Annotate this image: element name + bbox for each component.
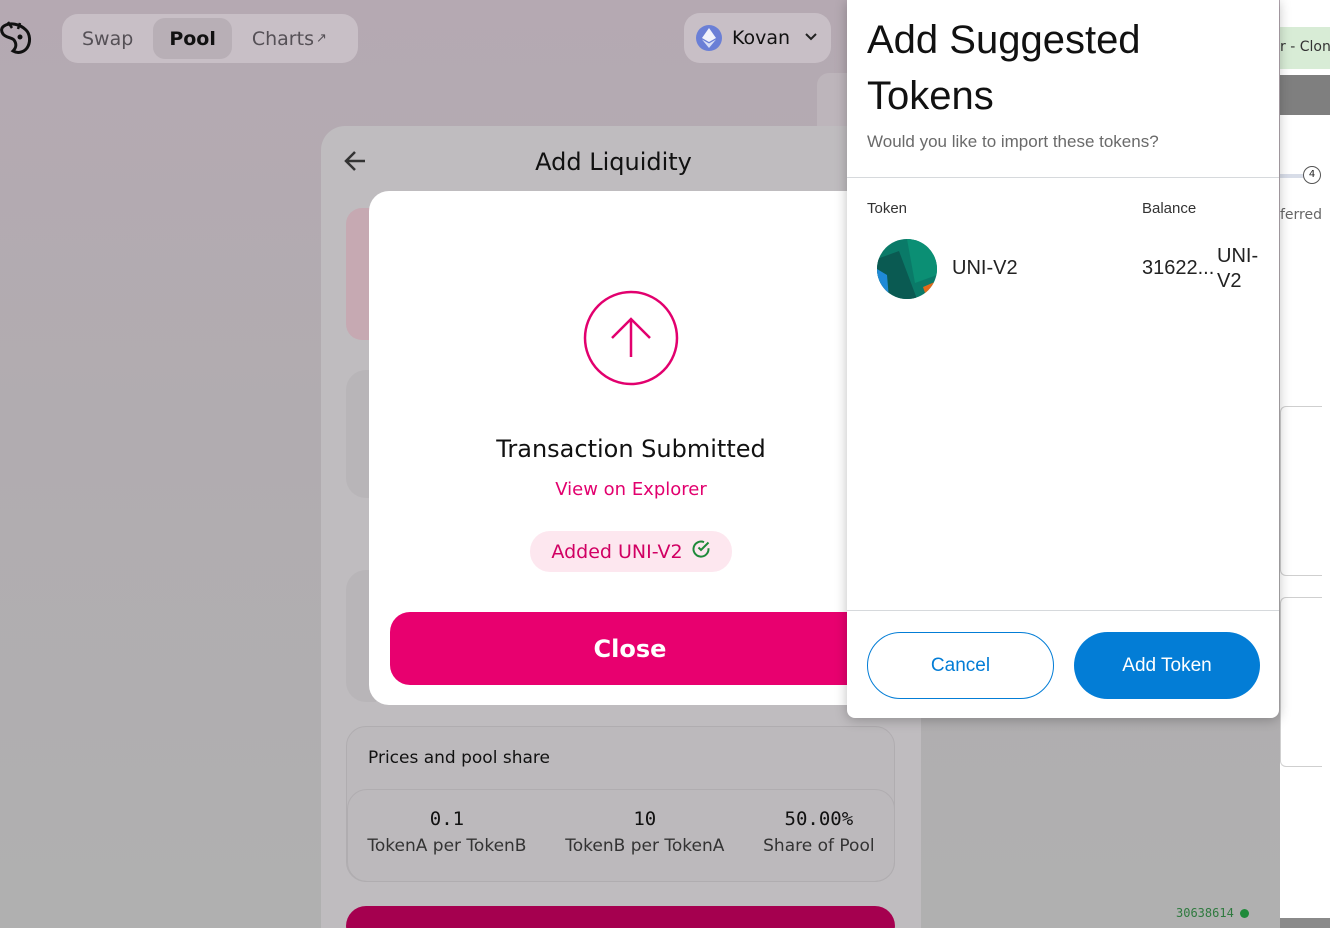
network-label: Kovan	[732, 27, 791, 49]
arrow-up-circle-icon	[583, 290, 679, 386]
check-circle-icon	[691, 539, 711, 564]
prices-stats: 0.1 TokenA per TokenB 10 TokenB per Toke…	[347, 789, 895, 882]
price-label: TokenA per TokenB	[367, 836, 527, 856]
edge-scrollbar	[1280, 918, 1330, 928]
token-symbol: UNI-V2	[1217, 245, 1259, 292]
price-stat: 10 TokenB per TokenA	[565, 808, 724, 881]
add-token-button[interactable]: Add Token	[1074, 632, 1260, 699]
price-label: TokenB per TokenA	[565, 836, 725, 856]
browser-tab-title: r - Clon	[1280, 39, 1330, 55]
token-identicon-icon	[877, 239, 937, 299]
tab-charts-label: Charts	[251, 27, 314, 50]
price-stat: 0.1 TokenA per TokenB	[367, 808, 526, 881]
added-token-badge: Added UNI-V2	[530, 531, 732, 572]
price-value: 0.1	[429, 808, 465, 830]
ethereum-icon	[696, 25, 722, 51]
popup-title: Add Suggested Tokens	[867, 18, 1141, 118]
supply-button[interactable]	[346, 906, 895, 928]
column-header-token: Token	[867, 200, 908, 217]
view-on-explorer-link[interactable]: View on Explorer	[369, 479, 893, 500]
browser-tab[interactable]: r - Clon	[1280, 27, 1330, 69]
edge-label: ferred	[1280, 207, 1322, 223]
modal-title: Transaction Submitted	[496, 435, 766, 463]
cancel-button[interactable]: Cancel	[867, 632, 1054, 699]
chevron-down-icon	[804, 30, 818, 46]
toolbar-strip	[1280, 75, 1330, 115]
price-label: Share of Pool	[763, 836, 875, 856]
token-balance: 31622...	[1142, 257, 1215, 279]
prices-and-pool-share: Prices and pool share 0.1 TokenA per Tok…	[346, 726, 895, 882]
page-title: Add Liquidity	[535, 148, 692, 176]
external-link-icon: ↗	[315, 31, 327, 46]
transaction-submitted-modal: Transaction Submitted View on Explorer A…	[369, 191, 910, 705]
divider	[847, 177, 1279, 178]
tab-pool-label: Pool	[169, 27, 216, 50]
main-nav: Swap Pool Charts ↗	[62, 14, 358, 63]
tab-pool[interactable]: Pool	[153, 18, 232, 59]
price-value: 50.00%	[784, 808, 854, 830]
uniswap-logo-icon[interactable]	[0, 20, 34, 56]
added-token-label: Added UNI-V2	[551, 540, 683, 563]
status-dot-icon	[1239, 908, 1249, 918]
edge-card	[1280, 597, 1322, 767]
tab-swap[interactable]: Swap	[66, 18, 149, 59]
price-stat: 50.00% Share of Pool	[763, 808, 874, 881]
column-header-balance: Balance	[1142, 200, 1197, 217]
tab-swap-label: Swap	[82, 27, 134, 50]
prices-title: Prices and pool share	[368, 748, 550, 768]
block-number[interactable]: 30638614	[1176, 906, 1249, 920]
price-value: 10	[633, 808, 657, 830]
popup-subtitle: Would you like to import these tokens?	[867, 132, 1159, 151]
footer-divider	[847, 610, 1279, 611]
network-selector[interactable]: Kovan	[684, 13, 831, 63]
edge-card	[1280, 406, 1322, 576]
token-name: UNI-V2	[952, 257, 1018, 279]
metamask-popup: Add Suggested Tokens Would you like to i…	[847, 0, 1279, 718]
step-badge: 4	[1303, 166, 1321, 184]
close-button[interactable]: Close	[390, 612, 910, 685]
tab-charts[interactable]: Charts ↗	[236, 18, 343, 59]
block-number-value: 30638614	[1176, 906, 1234, 920]
